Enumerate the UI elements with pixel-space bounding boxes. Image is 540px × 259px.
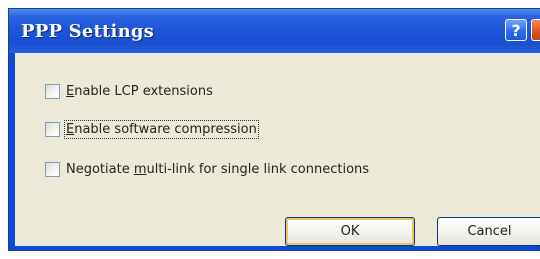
- label-suffix: ulti-link for single link connections: [146, 161, 370, 177]
- window-title: PPP Settings: [21, 21, 154, 42]
- option-enable-software-compression[interactable]: Enable software compression: [45, 119, 259, 139]
- ppp-settings-dialog: PPP Settings ? Enable LCP extensions Ena…: [8, 8, 540, 251]
- cancel-button[interactable]: Cancel: [437, 217, 540, 246]
- ok-button[interactable]: OK: [285, 217, 415, 246]
- label-suffix: nable LCP extensions: [74, 83, 213, 99]
- dialog-body: Enable LCP extensions Enable software co…: [15, 53, 540, 246]
- negotiate-multilink-label[interactable]: Negotiate multi-link for single link con…: [66, 162, 369, 177]
- close-icon[interactable]: [531, 19, 540, 41]
- option-enable-lcp-extensions[interactable]: Enable LCP extensions: [45, 81, 213, 101]
- help-glyph: ?: [511, 21, 521, 40]
- label-prefix: Negotiate: [66, 161, 134, 177]
- lcp-extensions-label[interactable]: Enable LCP extensions: [66, 84, 213, 99]
- help-icon[interactable]: ?: [505, 19, 527, 41]
- option-negotiate-multilink[interactable]: Negotiate multi-link for single link con…: [45, 159, 369, 179]
- checkbox-lcp-extensions[interactable]: [45, 83, 60, 99]
- label-accelerator: E: [66, 121, 75, 137]
- label-accelerator: m: [133, 161, 147, 177]
- checkbox-negotiate-multilink[interactable]: [45, 161, 60, 177]
- label-suffix: nable software compression: [74, 121, 257, 137]
- checkbox-software-compression[interactable]: [45, 121, 60, 137]
- software-compression-label[interactable]: Enable software compression: [64, 119, 259, 139]
- title-bar[interactable]: PPP Settings ?: [9, 9, 540, 53]
- label-accelerator: E: [66, 83, 75, 99]
